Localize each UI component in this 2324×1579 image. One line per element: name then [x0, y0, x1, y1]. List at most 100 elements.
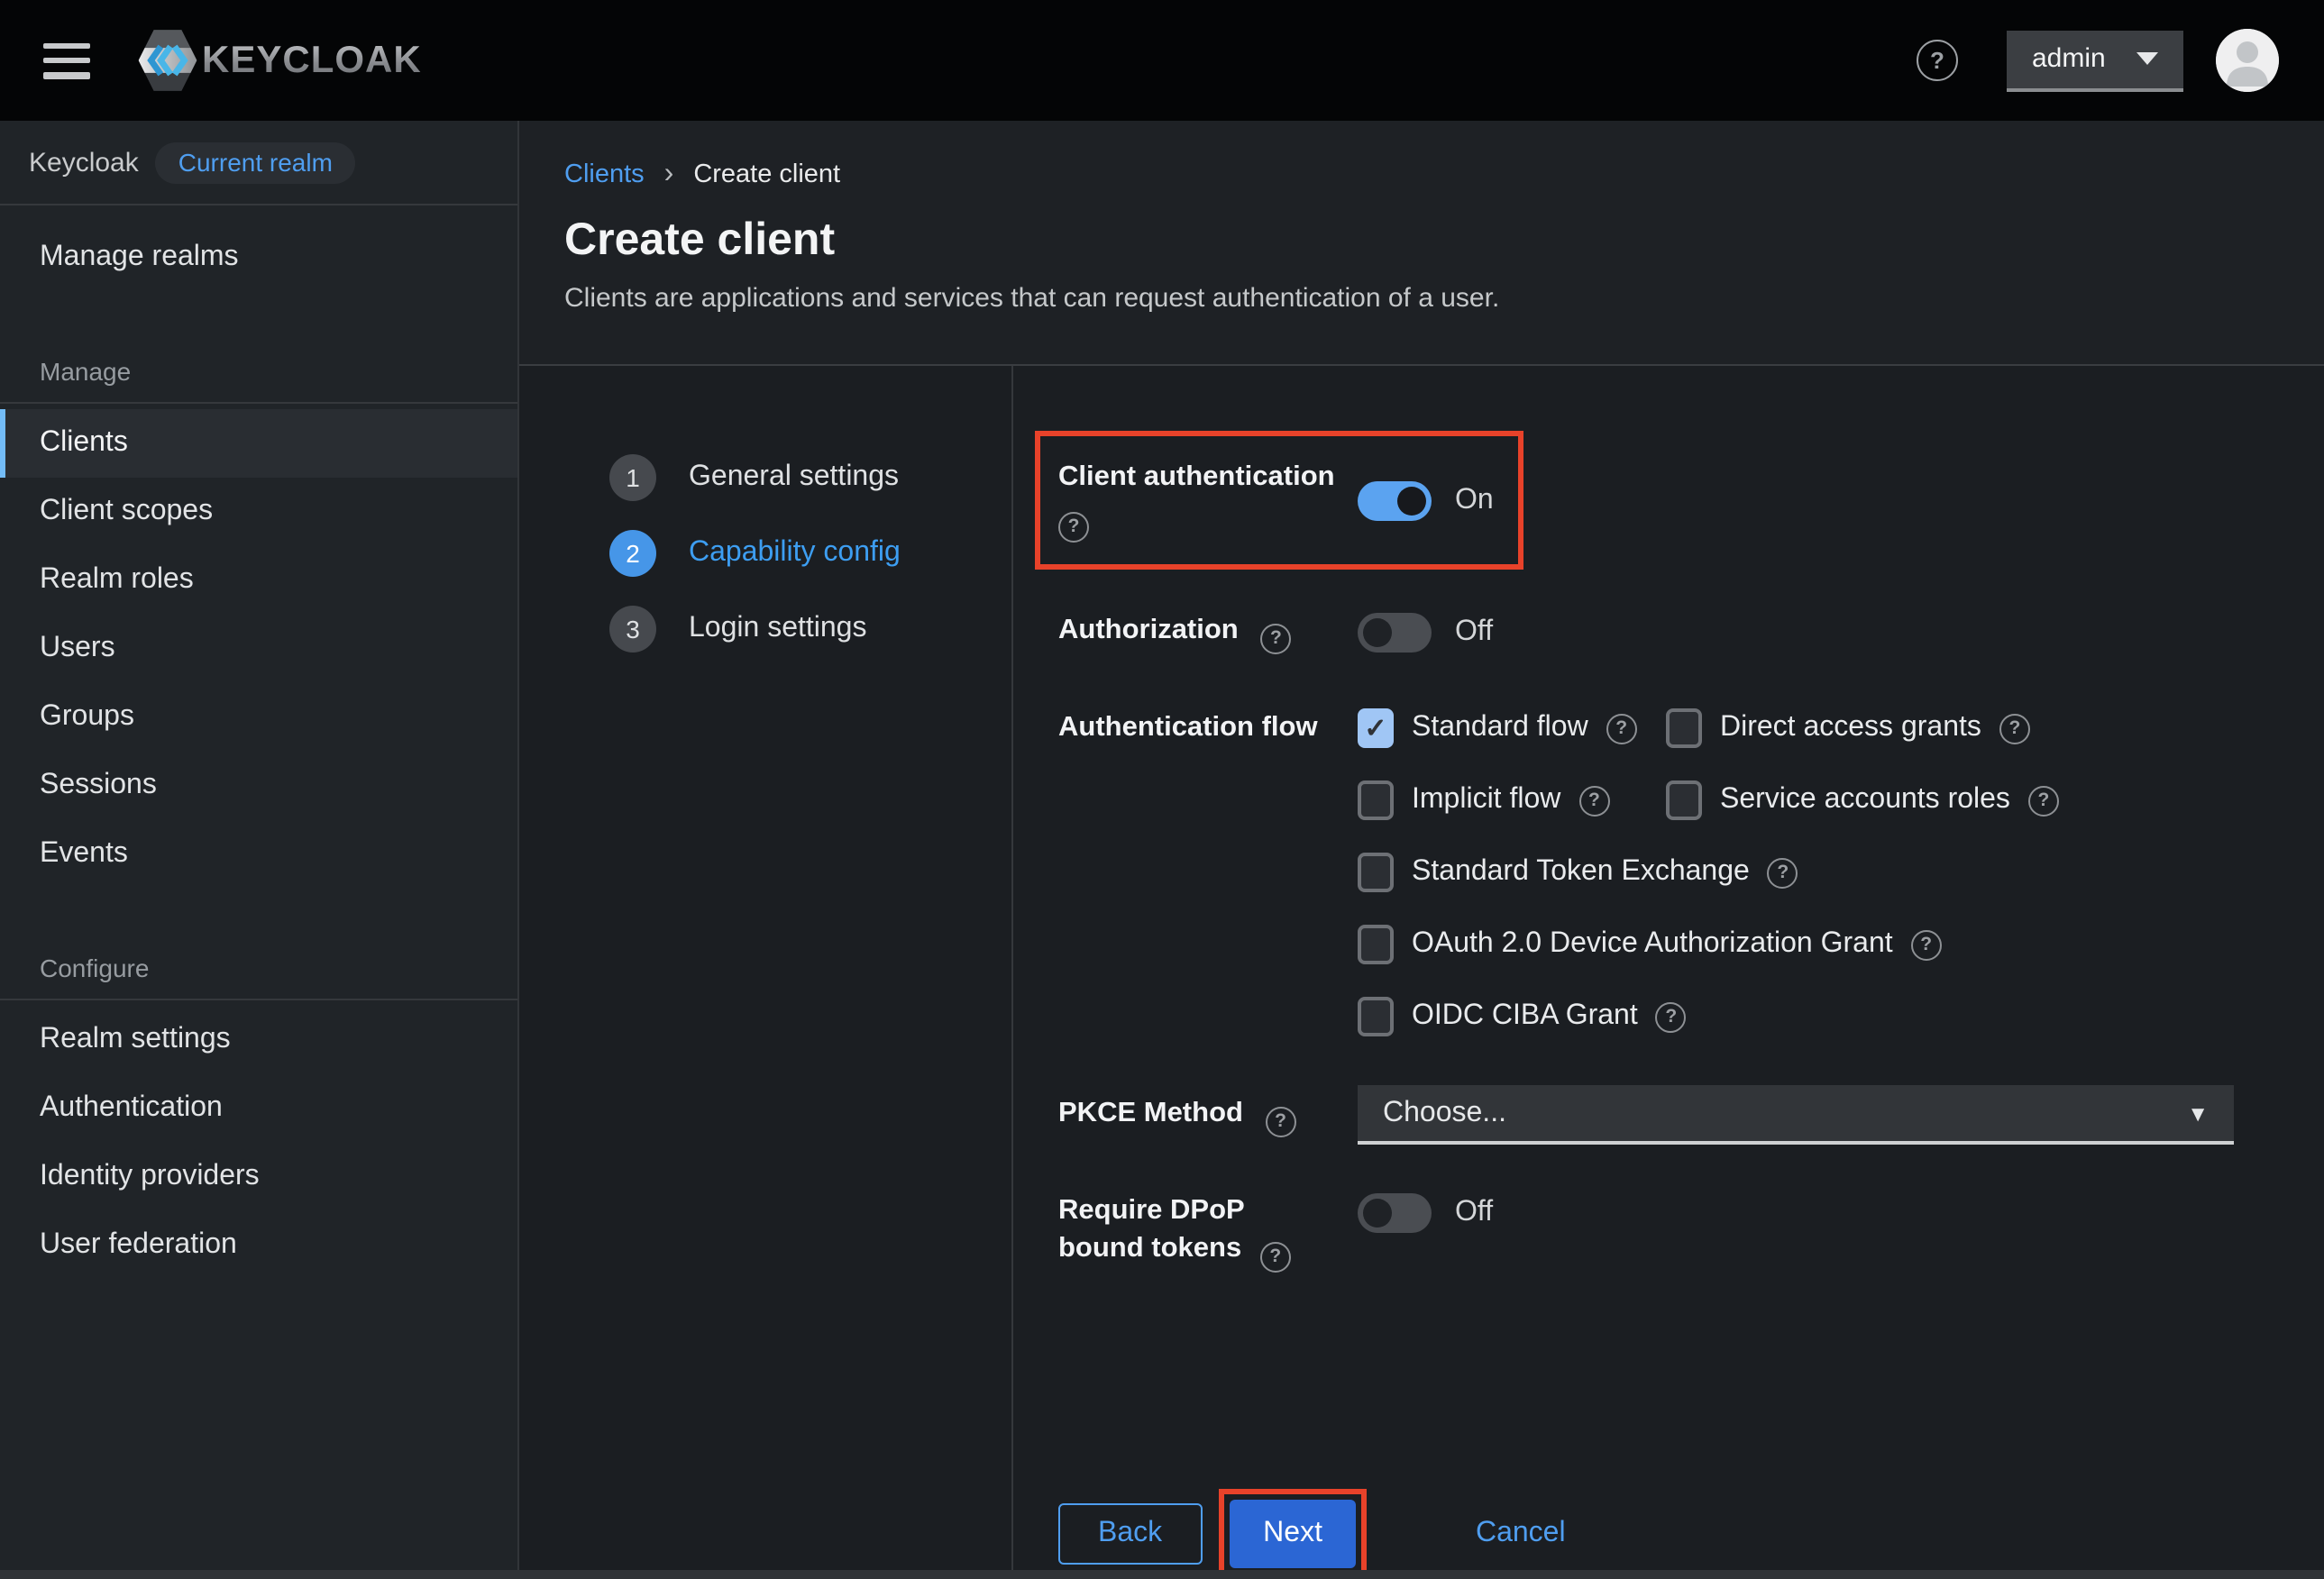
checkbox-label: Standard flow — [1412, 712, 1588, 744]
breadcrumb: Clients › Create client — [564, 160, 2281, 189]
wizard-step-general-settings[interactable]: 1 General settings — [609, 454, 1011, 501]
next-button-highlight: Next — [1218, 1489, 1368, 1579]
help-icon[interactable]: ? — [1656, 1001, 1687, 1032]
username-label: admin — [2032, 43, 2106, 74]
nav-group-configure: Configure — [0, 954, 517, 1000]
pkce-method-row: PKCE Method ? Choose... ▼ — [1058, 1085, 2234, 1145]
toggle-state-label: Off — [1455, 1197, 1493, 1229]
avatar[interactable] — [2216, 29, 2279, 92]
checkbox-unchecked-icon — [1358, 780, 1394, 820]
help-icon[interactable]: ? — [1260, 1242, 1291, 1273]
sidebar-item-manage-realms[interactable]: Manage realms — [0, 224, 517, 292]
help-icon[interactable]: ? — [1058, 512, 1089, 543]
client-authentication-toggle[interactable] — [1358, 480, 1432, 520]
cancel-link[interactable]: Cancel — [1476, 1518, 1566, 1550]
nav-group-manage: Manage — [0, 357, 517, 404]
select-caret-icon: ▼ — [2187, 1100, 2209, 1126]
keycloak-logo: KEYCLOAK — [137, 27, 422, 94]
page-subtitle: Clients are applications and services th… — [564, 283, 2281, 314]
sidebar-item-users[interactable]: Users — [0, 615, 517, 683]
toggle-state-label: On — [1455, 484, 1494, 516]
brand-wordmark: KEYCLOAK — [202, 39, 422, 82]
authentication-flow-label: Authentication flow — [1058, 708, 1311, 1036]
checkbox-checked-icon: ✓ — [1358, 708, 1394, 748]
checkbox-unchecked-icon — [1666, 708, 1702, 748]
toggle-knob — [1363, 618, 1392, 647]
user-avatar-icon — [2216, 29, 2279, 92]
step-label: Login settings — [689, 613, 866, 645]
help-icon[interactable]: ? — [2028, 785, 2059, 816]
sidebar-item-realm-settings[interactable]: Realm settings — [0, 1006, 517, 1074]
toggle-knob — [1363, 1199, 1392, 1228]
step-number: 2 — [609, 530, 656, 577]
dpop-toggle[interactable] — [1358, 1193, 1432, 1233]
client-authentication-row-highlight: Client authentication ? On — [1035, 431, 1523, 570]
horizontal-scrollbar-track[interactable] — [0, 1570, 2324, 1579]
authorization-toggle[interactable] — [1358, 613, 1432, 653]
checkbox-label: Service accounts roles — [1720, 784, 2010, 817]
user-menu-dropdown[interactable]: admin — [2007, 30, 2183, 91]
help-icon[interactable]: ? — [1260, 624, 1291, 654]
dpop-row: Require DPoP bound tokens ? Off — [1058, 1191, 2234, 1273]
checkbox-label: OAuth 2.0 Device Authorization Grant — [1412, 928, 1893, 961]
realm-label: Keycloak — [29, 148, 139, 178]
sidebar-item-authentication[interactable]: Authentication — [0, 1074, 517, 1143]
help-icon[interactable]: ? — [1606, 713, 1637, 744]
checkbox-oauth-device-authorization-grant[interactable]: OAuth 2.0 Device Authorization Grant ? — [1358, 925, 1942, 964]
help-icon[interactable]: ? — [1768, 857, 1798, 888]
authentication-flow-row: Authentication flow ✓ Standard flow ? — [1058, 708, 2234, 1036]
keycloak-admin-console: KEYCLOAK ? admin Keycloak Current realm — [0, 0, 2324, 1579]
sidebar-nav: Keycloak Current realm Manage realms Man… — [0, 121, 519, 1579]
help-icon[interactable]: ? — [1578, 785, 1609, 816]
client-authentication-label: Client authentication ? — [1058, 458, 1311, 543]
wizard-step-login-settings[interactable]: 3 Login settings — [609, 606, 1011, 653]
help-icon[interactable]: ? — [1911, 929, 1942, 960]
toggle-state-label: Off — [1455, 616, 1493, 649]
sidebar-item-identity-providers[interactable]: Identity providers — [0, 1143, 517, 1211]
checkbox-implicit-flow[interactable]: Implicit flow ? — [1358, 780, 1666, 820]
checkbox-standard-token-exchange[interactable]: Standard Token Exchange ? — [1358, 853, 1798, 892]
wizard-step-capability-config[interactable]: 2 Capability config — [609, 530, 1011, 577]
checkbox-label: Implicit flow — [1412, 784, 1560, 817]
checkbox-label: Standard Token Exchange — [1412, 856, 1750, 889]
wizard-steps-nav: 1 General settings 2 Capability config 3… — [519, 366, 1011, 1579]
help-icon[interactable]: ? — [1266, 1106, 1296, 1136]
masthead: KEYCLOAK ? admin — [0, 0, 2324, 121]
current-realm-badge[interactable]: Current realm — [155, 142, 356, 184]
realm-switcher: Keycloak Current realm — [0, 121, 517, 204]
checkbox-oidc-ciba-grant[interactable]: OIDC CIBA Grant ? — [1358, 997, 1687, 1036]
select-value: Choose... — [1383, 1097, 1506, 1129]
keycloak-logo-icon — [137, 27, 198, 94]
checkbox-direct-access-grants[interactable]: Direct access grants ? — [1666, 708, 2030, 748]
checkbox-unchecked-icon — [1358, 853, 1394, 892]
help-icon[interactable]: ? — [1917, 40, 1958, 81]
checkbox-unchecked-icon — [1358, 997, 1394, 1036]
checkbox-label: Direct access grants — [1720, 712, 1981, 744]
sidebar-item-realm-roles[interactable]: Realm roles — [0, 546, 517, 615]
step-number: 1 — [609, 454, 656, 501]
sidebar-item-groups[interactable]: Groups — [0, 683, 517, 752]
breadcrumb-chevron-icon: › — [664, 162, 674, 187]
hamburger-menu-button[interactable] — [43, 42, 90, 78]
step-label: General settings — [689, 461, 899, 494]
sidebar-item-user-federation[interactable]: User federation — [0, 1211, 517, 1280]
checkbox-standard-flow[interactable]: ✓ Standard flow ? — [1358, 708, 1666, 748]
checkbox-unchecked-icon — [1666, 780, 1702, 820]
breadcrumb-current: Create client — [693, 160, 840, 189]
authorization-label: Authorization ? — [1058, 611, 1311, 654]
back-button[interactable]: Back — [1058, 1503, 1202, 1565]
toggle-knob — [1397, 486, 1426, 515]
sidebar-item-clients[interactable]: Clients — [0, 409, 517, 478]
breadcrumb-clients-link[interactable]: Clients — [564, 160, 645, 189]
dpop-label: Require DPoP bound tokens ? — [1058, 1191, 1311, 1273]
checkbox-service-accounts-roles[interactable]: Service accounts roles ? — [1666, 780, 2059, 820]
wizard-footer: Back Next Cancel — [1058, 1489, 2234, 1579]
sidebar-item-client-scopes[interactable]: Client scopes — [0, 478, 517, 546]
pkce-method-select[interactable]: Choose... ▼ — [1358, 1085, 2234, 1145]
help-icon[interactable]: ? — [1999, 713, 2030, 744]
next-button[interactable]: Next — [1229, 1500, 1357, 1568]
sidebar-item-sessions[interactable]: Sessions — [0, 752, 517, 820]
step-label: Capability config — [689, 537, 901, 570]
sidebar-item-events[interactable]: Events — [0, 820, 517, 889]
page-header: Clients › Create client Create client Cl… — [519, 121, 2324, 366]
